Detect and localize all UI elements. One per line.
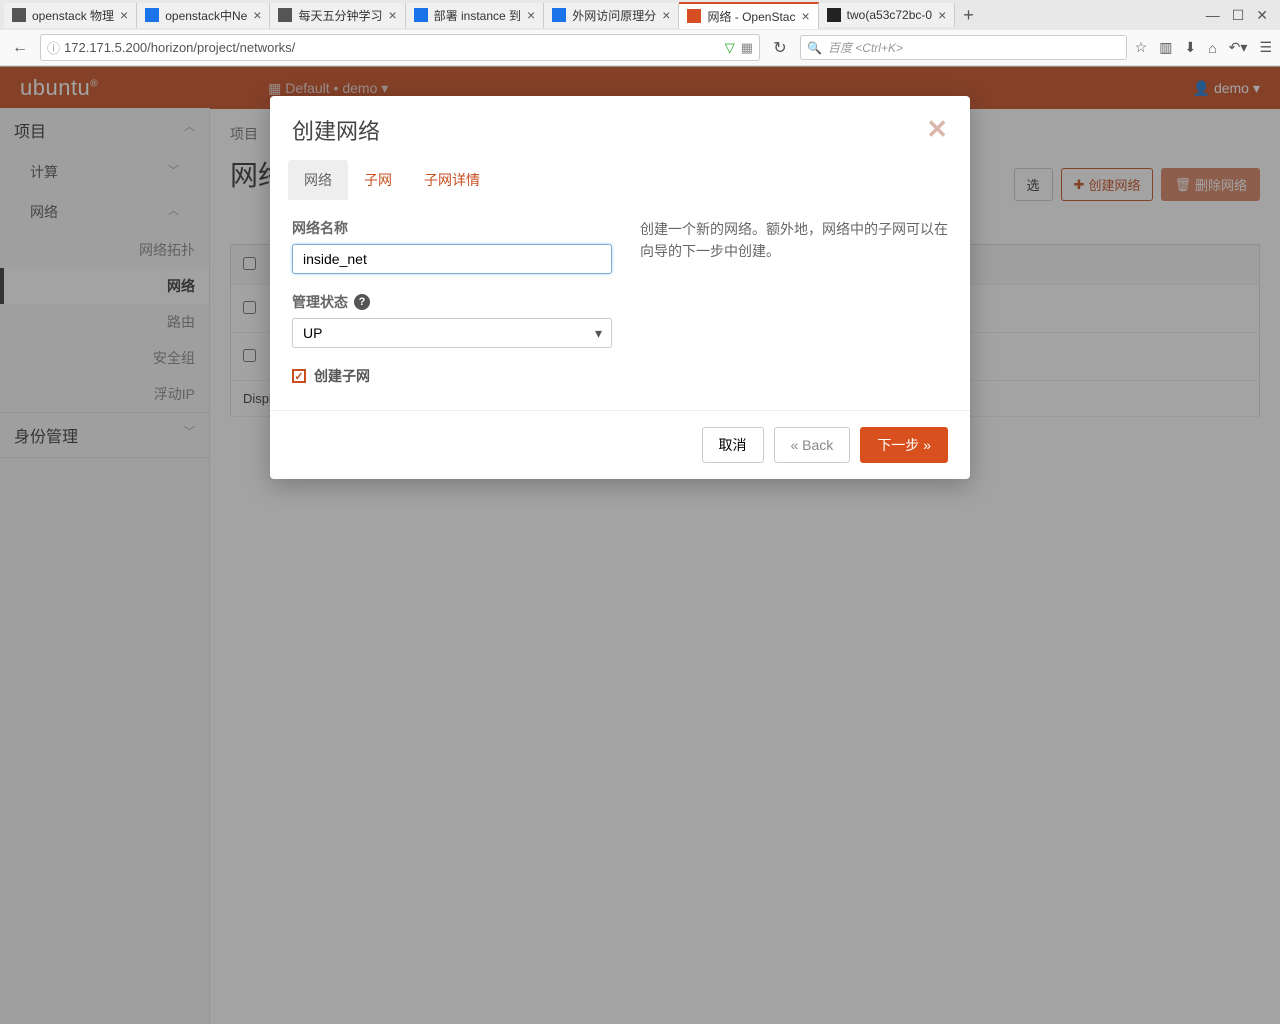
browser-tab[interactable]: 每天五分钟学习 × xyxy=(270,3,405,28)
close-icon[interactable]: × xyxy=(527,7,535,23)
tab-title: 网络 - OpenStac xyxy=(707,8,795,25)
browser-chrome: openstack 物理 × openstack中Ne × 每天五分钟学习 × 部署 … xyxy=(0,0,1280,67)
search-icon: 🔍 xyxy=(807,41,822,55)
tab-title: 每天五分钟学习 xyxy=(298,7,382,24)
maximize-icon[interactable]: ☐ xyxy=(1232,7,1245,24)
library-icon[interactable]: ▥ xyxy=(1159,39,1172,56)
search-placeholder: 百度 <Ctrl+K> xyxy=(828,39,903,56)
home-icon[interactable]: ⌂ xyxy=(1208,40,1216,56)
new-tab-button[interactable]: + xyxy=(955,3,982,28)
close-icon[interactable]: × xyxy=(388,7,396,23)
network-name-input[interactable] xyxy=(292,244,612,274)
cancel-button[interactable]: 取消 xyxy=(702,427,764,463)
star-icon[interactable]: ☆ xyxy=(1135,39,1148,56)
help-icon[interactable]: ? xyxy=(354,294,370,310)
tab-title: 部署 instance 到 xyxy=(434,7,521,24)
browser-tab[interactable]: openstack 物理 × xyxy=(4,3,137,28)
modal-close-icon[interactable]: ✕ xyxy=(926,114,948,145)
favicon-icon xyxy=(552,8,566,22)
modal-footer: 取消 « Back 下一步 » xyxy=(270,410,970,479)
favicon-icon xyxy=(414,8,428,22)
tab-network[interactable]: 网络 xyxy=(288,160,348,200)
close-window-icon[interactable]: ✕ xyxy=(1256,7,1268,24)
window-controls: — ☐ ✕ xyxy=(1198,7,1276,24)
help-text: 创建一个新的网络。额外地，网络中的子网可以在向导的下一步中创建。 xyxy=(640,218,948,404)
tab-subnet-detail[interactable]: 子网详情 xyxy=(408,160,496,200)
search-bar[interactable]: 🔍 百度 <Ctrl+K> xyxy=(800,35,1127,60)
label-admin-state: 管理状态? xyxy=(292,292,612,312)
menu-icon[interactable]: ☰ xyxy=(1259,39,1272,56)
address-bar[interactable]: ⓘ 172.171.5.200/horizon/project/networks… xyxy=(40,34,760,61)
modal-title: 创建网络 xyxy=(292,114,380,146)
close-icon[interactable]: × xyxy=(938,7,946,23)
info-icon[interactable]: ⓘ xyxy=(47,38,60,57)
browser-toolbar: ☆ ▥ ⬇ ⌂ ↶▾ ☰ xyxy=(1135,39,1272,56)
create-subnet-checkbox-row[interactable]: ✓ 创建子网 xyxy=(292,366,612,386)
close-icon[interactable]: × xyxy=(120,7,128,23)
checkbox-checked-icon[interactable]: ✓ xyxy=(292,369,306,383)
back-icon[interactable]: ← xyxy=(8,36,32,60)
label-create-subnet: 创建子网 xyxy=(314,366,370,386)
tab-subnet[interactable]: 子网 xyxy=(348,160,408,200)
modal-tabs: 网络 子网 子网详情 xyxy=(270,160,970,200)
shield-icon[interactable]: ▽ xyxy=(725,40,735,56)
tab-title: 外网访问原理分 xyxy=(572,7,656,24)
tab-title: two(a53c72bc-0 xyxy=(847,8,932,22)
browser-tab[interactable]: two(a53c72bc-0 × xyxy=(819,3,956,27)
url-text: 172.171.5.200/horizon/project/networks/ xyxy=(64,40,725,55)
favicon-icon xyxy=(278,8,292,22)
close-icon[interactable]: × xyxy=(801,8,809,24)
download-icon[interactable]: ⬇ xyxy=(1184,39,1196,56)
favicon-icon xyxy=(12,8,26,22)
reload-icon[interactable]: ↻ xyxy=(768,36,792,60)
admin-state-select[interactable]: UP xyxy=(292,318,612,348)
close-icon[interactable]: × xyxy=(253,7,261,23)
tab-title: openstack 物理 xyxy=(32,7,114,24)
history-icon[interactable]: ↶▾ xyxy=(1229,39,1248,56)
create-network-modal: 创建网络 ✕ 网络 子网 子网详情 网络名称 管理状态? UP ✓ 创建子网 xyxy=(270,96,970,479)
favicon-icon xyxy=(145,8,159,22)
minimize-icon[interactable]: — xyxy=(1206,7,1220,24)
favicon-icon xyxy=(687,9,701,23)
label-network-name: 网络名称 xyxy=(292,218,612,238)
browser-tab[interactable]: 部署 instance 到 × xyxy=(406,3,545,28)
browser-tabs: openstack 物理 × openstack中Ne × 每天五分钟学习 × 部署 … xyxy=(0,0,1280,30)
next-button[interactable]: 下一步 » xyxy=(860,427,948,463)
modal-header: 创建网络 ✕ xyxy=(270,96,970,160)
back-button[interactable]: « Back xyxy=(774,427,851,463)
address-row: ← ⓘ 172.171.5.200/horizon/project/networ… xyxy=(0,30,1280,66)
close-icon[interactable]: × xyxy=(662,7,670,23)
modal-body: 网络名称 管理状态? UP ✓ 创建子网 创建一个新的网络。额外地，网络中的子网… xyxy=(270,200,970,410)
browser-tab-active[interactable]: 网络 - OpenStac × xyxy=(679,2,818,29)
addr-right-icons: ▽ ▦ xyxy=(725,40,753,56)
browser-tab[interactable]: 外网访问原理分 × xyxy=(544,3,679,28)
browser-tab[interactable]: openstack中Ne × xyxy=(137,3,270,28)
favicon-icon xyxy=(827,8,841,22)
tab-title: openstack中Ne xyxy=(165,7,247,24)
form-column: 网络名称 管理状态? UP ✓ 创建子网 xyxy=(292,218,612,404)
qr-icon[interactable]: ▦ xyxy=(741,40,753,56)
